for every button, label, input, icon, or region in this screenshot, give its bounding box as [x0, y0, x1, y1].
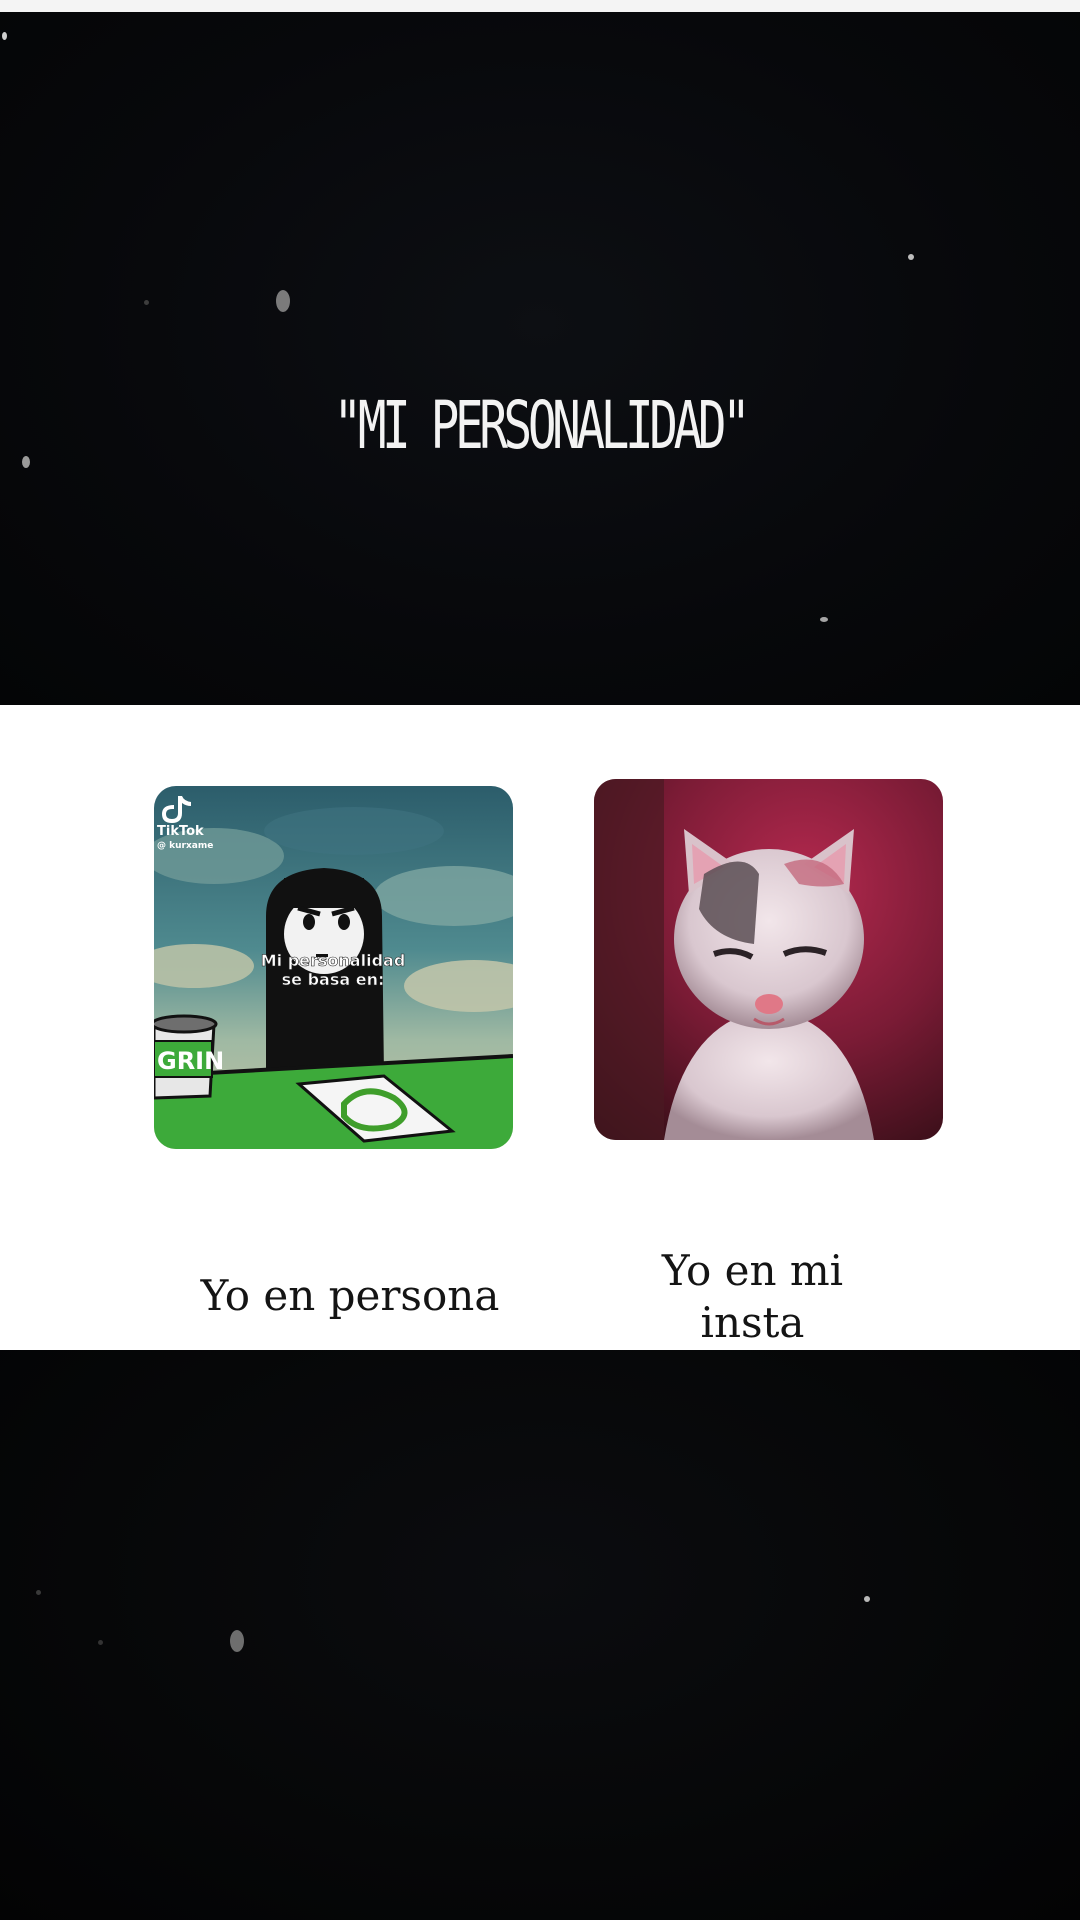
dust-speck — [144, 300, 149, 305]
top-dark-panel: "MI PERSONALIDAD" — [0, 12, 1080, 705]
bottom-dark-panel — [0, 1350, 1080, 1920]
meme-comparison-panel: GRIN Mi personalidad se basa en: TikTok … — [0, 705, 1080, 1350]
video-frame: "MI PERSONALIDAD" GRIN Mi personalidad s… — [0, 0, 1080, 1920]
cup-label: GRIN — [157, 1047, 224, 1075]
dust-speck — [2, 32, 7, 40]
caption-in-person: Yo en persona — [200, 1271, 500, 1320]
dust-speck — [820, 617, 828, 622]
right-meme-image — [594, 779, 943, 1140]
meme-overlay-text-line1: Mi personalidad — [261, 951, 406, 970]
dust-speck — [276, 290, 290, 312]
dust-speck — [36, 1590, 41, 1595]
dust-speck — [230, 1630, 244, 1652]
caption-on-insta-line1: Yo en mi — [661, 1246, 844, 1295]
kitten-photo — [594, 779, 943, 1140]
caption-on-insta-line2: insta — [700, 1298, 805, 1347]
caption-on-insta: Yo en mi insta — [600, 1245, 905, 1349]
left-meme-image: GRIN Mi personalidad se basa en: TikTok … — [154, 786, 513, 1149]
dust-speck — [864, 1596, 870, 1602]
page-title: "MI PERSONALIDAD" — [333, 387, 751, 464]
meme-overlay-text-line2: se basa en: — [282, 970, 385, 989]
top-edge-bar — [0, 0, 1080, 12]
tiktok-watermark-app: TikTok — [157, 824, 204, 839]
nun-cartoon-illustration: GRIN Mi personalidad se basa en: TikTok … — [154, 786, 513, 1149]
dust-speck — [98, 1640, 103, 1645]
dust-speck — [22, 456, 30, 468]
tiktok-watermark-user: @ kurxame — [157, 841, 213, 851]
dust-speck — [908, 254, 914, 260]
